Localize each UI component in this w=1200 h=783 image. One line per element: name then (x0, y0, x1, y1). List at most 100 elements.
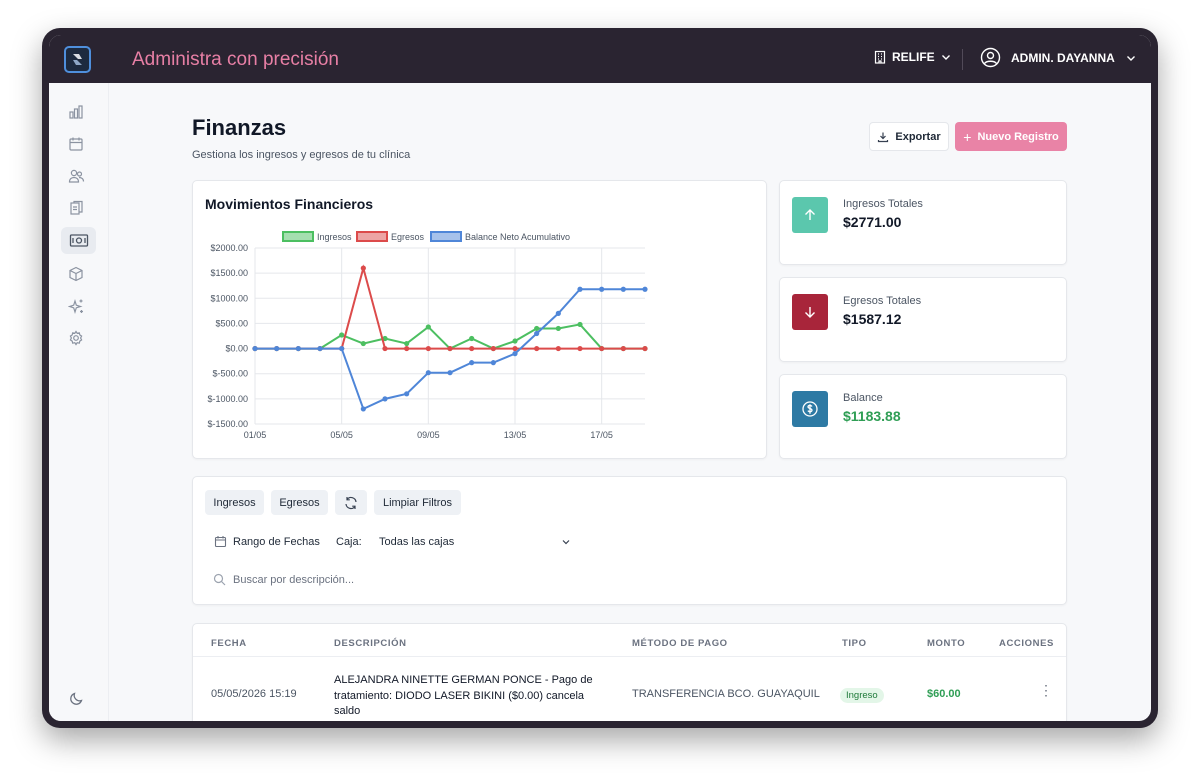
data-point (469, 335, 475, 342)
main-content: Finanzas Gestiona los ingresos y egresos… (109, 83, 1151, 721)
y-tick-label: $1000.00 (210, 293, 248, 303)
legend-label: Ingresos (317, 232, 352, 242)
data-point (620, 345, 626, 352)
data-point (404, 340, 410, 347)
sidebar-item-inventory[interactable] (67, 265, 85, 283)
cash-icon (69, 234, 88, 247)
filter-egresos-button[interactable]: Egresos (271, 490, 328, 515)
x-tick-label: 01/05 (244, 430, 267, 440)
data-point (339, 332, 345, 338)
data-point (512, 338, 518, 344)
header-divider (962, 49, 963, 70)
app-window: Administra con precisión RELIFE ADMIN. D… (42, 28, 1158, 728)
new-record-button[interactable]: + Nuevo Registro (955, 122, 1067, 151)
data-point (382, 396, 388, 402)
balance-stat-card: Balance $1183.88 (779, 374, 1067, 459)
legend-label: Balance Neto Acumulativo (465, 232, 570, 242)
data-point (425, 345, 431, 352)
search-input[interactable]: Buscar por descripción... (213, 573, 354, 586)
filter-ingresos-button[interactable]: Ingresos (205, 490, 264, 515)
x-tick-label: 09/05 (417, 430, 440, 440)
clinic-name: RELIFE (892, 50, 935, 64)
arrow-down-icon (805, 307, 815, 318)
data-point (555, 325, 561, 332)
column-header-metodo: MÉTODO DE PAGO (632, 638, 728, 649)
data-point (534, 325, 540, 332)
sidebar-item-records[interactable] (67, 199, 85, 217)
income-stat-card: Ingresos Totales $2771.00 (779, 180, 1067, 265)
financial-chart: $2000.00 $1500.00 $1000.00 $500.00 $0.00 $-50… (207, 231, 648, 440)
data-point (555, 310, 561, 316)
row-actions-menu-icon[interactable]: ⋮ (1039, 682, 1053, 699)
caja-label: Caja: (336, 536, 362, 548)
app-title: Administra con precisión (132, 49, 339, 70)
user-menu[interactable]: ADMIN. DAYANNA (980, 47, 1137, 68)
caja-select[interactable]: Todas las cajas (371, 529, 579, 554)
data-point (642, 286, 648, 292)
column-header-tipo: TIPO (842, 638, 867, 649)
data-point (642, 345, 648, 352)
column-header-acciones: ACCIONES (999, 638, 1054, 649)
export-button[interactable]: Exportar (869, 122, 949, 151)
calendar-icon (214, 536, 227, 548)
data-point (599, 345, 605, 352)
data-point (295, 345, 301, 352)
sidebar-item-settings[interactable] (67, 329, 85, 347)
financial-chart-card: Movimientos Financieros $2000.00 $1500.00… (192, 180, 767, 459)
data-point (534, 345, 540, 352)
row-metodo: TRANSFERENCIA BCO. GUAYAQUIL (632, 688, 820, 700)
refresh-button[interactable] (335, 490, 367, 515)
data-point (512, 351, 518, 357)
column-header-monto: MONTO (927, 638, 966, 649)
column-header-descripcion: DESCRIPCIÓN (334, 638, 407, 649)
data-point (447, 345, 453, 352)
data-point (404, 391, 410, 397)
page-title: Finanzas (192, 115, 287, 140)
data-point (469, 360, 475, 366)
bar-chart-icon (69, 105, 83, 119)
data-point (577, 345, 583, 352)
download-icon (878, 132, 889, 142)
row-tipo-badge: Ingreso (840, 688, 884, 703)
y-tick-label: $1500.00 (210, 268, 248, 278)
sidebar-item-patients[interactable] (67, 167, 85, 185)
data-point (577, 286, 583, 292)
sidebar-item-calendar[interactable] (67, 135, 85, 153)
app-logo-icon[interactable] (64, 46, 91, 73)
building-icon (874, 50, 886, 64)
theme-toggle[interactable] (67, 689, 85, 707)
chevron-down-icon (562, 539, 570, 544)
balance-value: $1183.88 (843, 408, 901, 424)
expense-icon-box (792, 294, 828, 330)
search-icon (213, 573, 226, 586)
date-range-button[interactable]: Rango de Fechas (206, 529, 326, 554)
chevron-down-icon (1126, 55, 1135, 61)
y-tick-label: $-500.00 (212, 369, 248, 379)
search-placeholder: Buscar por descripción... (233, 573, 355, 586)
income-label: Ingresos Totales (843, 198, 923, 210)
y-tick-label: $-1500.00 (207, 419, 248, 429)
sidebar-item-dashboard[interactable] (67, 103, 85, 121)
export-label: Exportar (895, 130, 941, 143)
plus-icon: + (963, 128, 972, 145)
clear-filters-button[interactable]: Limpiar Filtros (374, 490, 461, 515)
user-name: ADMIN. DAYANNA (1011, 50, 1115, 65)
legend-label: Egresos (391, 232, 425, 242)
caja-value: Todas las cajas (379, 535, 455, 548)
income-icon-box (792, 197, 828, 233)
refresh-icon (345, 496, 357, 509)
data-point (425, 324, 431, 330)
sidebar-item-finances[interactable] (61, 227, 96, 254)
app-screen: Administra con precisión RELIFE ADMIN. D… (49, 35, 1151, 721)
transactions-table: FECHA DESCRIPCIÓN MÉTODO DE PAGO TIPO MO… (192, 623, 1067, 721)
dollar-icon (802, 401, 818, 417)
clinic-selector[interactable]: RELIFE (873, 50, 952, 64)
sidebar-item-ai[interactable] (67, 297, 85, 315)
series-line (255, 264, 645, 350)
sparkles-icon (67, 298, 83, 314)
filters-card: Ingresos Egresos Limpiar Filtros Rango d… (192, 476, 1067, 605)
legend-swatch (356, 231, 388, 242)
data-point (620, 286, 626, 292)
data-point (599, 286, 605, 292)
y-tick-label: $0.00 (225, 344, 248, 354)
